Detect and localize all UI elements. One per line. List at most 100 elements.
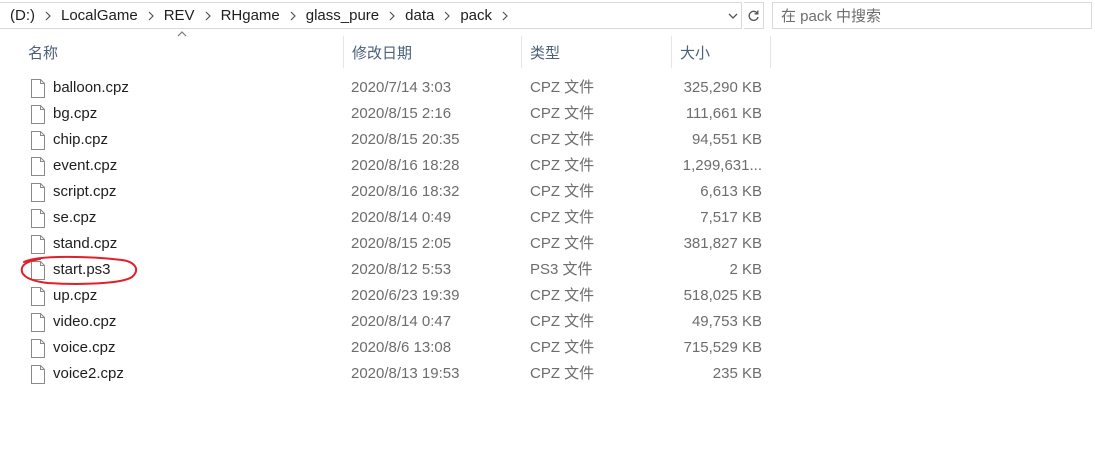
file-type: CPZ 文件 (530, 339, 595, 356)
file-row[interactable]: voice.cpz 2020/8/6 13:08 CPZ 文件 715,529 KB (0, 335, 800, 361)
file-row[interactable]: chip.cpz 2020/8/15 20:35 CPZ 文件 94,551 KB (0, 127, 800, 153)
file-row[interactable]: bg.cpz 2020/8/15 2:16 CPZ 文件 111,661 KB (0, 101, 800, 127)
file-type: CPZ 文件 (530, 105, 595, 122)
breadcrumb-item[interactable]: RHgame (215, 3, 286, 28)
file-name: up.cpz (53, 287, 98, 304)
file-type: CPZ 文件 (530, 183, 595, 200)
file-name: start.ps3 (53, 261, 111, 278)
file-modified-date: 2020/8/16 18:32 (351, 183, 460, 200)
file-row[interactable]: balloon.cpz 2020/7/14 3:03 CPZ 文件 325,290 K… (0, 75, 800, 101)
file-modified-date: 2020/8/15 20:35 (351, 131, 460, 148)
column-header-type[interactable]: 类型 (521, 36, 671, 68)
search-placeholder: 在 pack 中搜索 (781, 8, 882, 25)
breadcrumb-separator[interactable] (201, 3, 215, 28)
breadcrumb-item[interactable]: data (399, 3, 440, 28)
search-input[interactable]: 在 pack 中搜索 (772, 2, 1092, 29)
breadcrumb-separator[interactable] (385, 3, 399, 28)
refresh-button[interactable] (744, 2, 764, 29)
address-history-dropdown[interactable] (723, 2, 743, 29)
file-type: CPZ 文件 (530, 79, 595, 96)
file-icon (31, 131, 45, 150)
file-icon (31, 157, 45, 176)
breadcrumb-separator[interactable] (498, 3, 512, 28)
chevron-right-icon (148, 11, 154, 20)
column-header-name[interactable]: 名称 (0, 36, 343, 68)
refresh-icon (748, 10, 759, 21)
chevron-right-icon (389, 11, 395, 20)
file-row[interactable]: se.cpz 2020/8/14 0:49 CPZ 文件 7,517 KB (0, 205, 800, 231)
file-size: 381,827 KB (683, 235, 762, 252)
breadcrumb-item[interactable]: (D:) (4, 3, 41, 28)
breadcrumb-item[interactable]: pack (454, 3, 498, 28)
file-name: se.cpz (53, 209, 97, 226)
chevron-down-icon (728, 13, 738, 19)
address-bar[interactable]: (D:) LocalGame REV RHgame glass_pure data pack (0, 2, 742, 29)
breadcrumb-label: LocalGame (61, 7, 138, 24)
chevron-right-icon (444, 11, 451, 20)
file-icon (31, 339, 45, 358)
breadcrumb-item[interactable]: REV (158, 3, 201, 28)
file-type: CPZ 文件 (530, 365, 595, 382)
breadcrumb-label: REV (163, 7, 195, 24)
file-modified-date: 2020/7/14 3:03 (351, 79, 452, 96)
breadcrumb-label: data (405, 7, 435, 24)
file-size: 7,517 KB (700, 209, 762, 226)
file-modified-date: 2020/8/12 5:53 (351, 261, 452, 278)
file-row[interactable]: video.cpz 2020/8/14 0:47 CPZ 文件 49,753 KB (0, 309, 800, 335)
breadcrumb-separator[interactable] (144, 3, 158, 28)
file-modified-date: 2020/6/23 19:39 (351, 287, 460, 304)
file-icon (31, 261, 45, 280)
column-type-label: 类型 (530, 44, 561, 62)
file-list: balloon.cpz 2020/7/14 3:03 CPZ 文件 325,290 K… (0, 75, 800, 387)
file-name: event.cpz (53, 157, 118, 174)
file-size: 6,613 KB (700, 183, 762, 200)
breadcrumb-label: glass_pure (305, 7, 380, 24)
column-date-label: 修改日期 (352, 44, 413, 62)
file-type: CPZ 文件 (530, 131, 595, 148)
file-name: balloon.cpz (53, 79, 129, 96)
chevron-right-icon (502, 11, 508, 20)
chevron-right-icon (45, 11, 51, 20)
file-size: 518,025 KB (683, 287, 762, 304)
file-name: script.cpz (53, 183, 117, 200)
breadcrumb-item[interactable]: glass_pure (300, 3, 385, 28)
file-type: CPZ 文件 (530, 157, 595, 174)
breadcrumb-item[interactable]: LocalGame (55, 3, 144, 28)
file-name: bg.cpz (53, 105, 98, 122)
file-name: voice2.cpz (53, 365, 124, 382)
file-size: 715,529 KB (683, 339, 762, 356)
file-type: CPZ 文件 (530, 287, 595, 304)
file-size: 325,290 KB (683, 79, 762, 96)
breadcrumb-separator[interactable] (286, 3, 300, 28)
file-type: PS3 文件 (530, 261, 593, 278)
file-row[interactable]: stand.cpz 2020/8/15 2:05 CPZ 文件 381,827 KB (0, 231, 800, 257)
file-size: 2 KB (729, 261, 762, 278)
file-icon (31, 235, 45, 254)
file-row[interactable]: start.ps3 2020/8/12 5:53 PS3 文件 2 KB (0, 257, 800, 283)
column-header-date[interactable]: 修改日期 (343, 36, 521, 68)
breadcrumb-label: pack (460, 7, 493, 24)
file-size: 235 KB (712, 365, 762, 382)
file-modified-date: 2020/8/16 18:28 (351, 157, 460, 174)
file-row[interactable]: event.cpz 2020/8/16 18:28 CPZ 文件 1,299,631.… (0, 153, 800, 179)
file-size: 111,661 KB (685, 105, 762, 122)
file-name: voice.cpz (53, 339, 116, 356)
file-row[interactable]: script.cpz 2020/8/16 18:32 CPZ 文件 6,613 KB (0, 179, 800, 205)
column-header-size[interactable]: 大小 (671, 36, 771, 68)
file-row[interactable]: up.cpz 2020/6/23 19:39 CPZ 文件 518,025 KB (0, 283, 800, 309)
breadcrumb-separator[interactable] (440, 3, 454, 28)
breadcrumb-separator[interactable] (41, 3, 55, 28)
breadcrumb-label: RHgame (220, 7, 280, 24)
chevron-right-icon (290, 11, 296, 20)
chevron-right-icon (205, 11, 211, 20)
file-icon (31, 287, 45, 306)
file-icon (31, 183, 45, 202)
file-modified-date: 2020/8/6 13:08 (351, 339, 452, 356)
breadcrumb-label: (D:) (10, 7, 35, 24)
file-modified-date: 2020/8/15 2:05 (351, 235, 452, 252)
file-modified-date: 2020/8/13 19:53 (351, 365, 460, 382)
file-size: 94,551 KB (691, 131, 762, 148)
file-type: CPZ 文件 (530, 209, 595, 226)
column-name-label: 名称 (28, 44, 59, 62)
file-row[interactable]: voice2.cpz 2020/8/13 19:53 CPZ 文件 235 KB (0, 361, 800, 387)
